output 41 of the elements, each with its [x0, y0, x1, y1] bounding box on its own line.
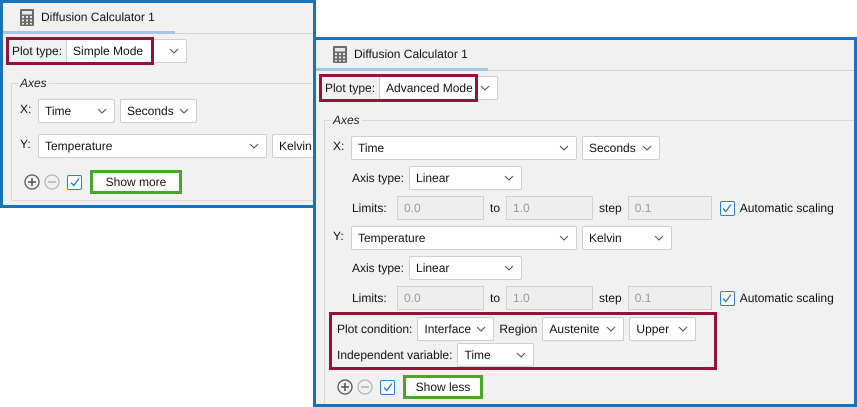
quantity-dropdown[interactable]: Temperature: [351, 226, 577, 250]
quantity-dropdown[interactable]: Temperature: [38, 134, 267, 158]
plot-condition-dropdown[interactable]: Interface: [417, 317, 494, 341]
axes-legend: Axes: [18, 76, 49, 90]
axis-type-label: Axis type:: [352, 261, 404, 275]
plot-type-dropdown[interactable]: Advanced Mode: [379, 76, 498, 100]
independent-variable-label: Independent variable:: [337, 348, 452, 362]
step-label: step: [598, 201, 623, 215]
axis-label: Y:: [333, 229, 345, 243]
toggle-button[interactable]: Show more: [90, 170, 182, 194]
unit-dropdown[interactable]: Seconds: [582, 136, 660, 160]
axis-type-dropdown[interactable]: Linear: [409, 166, 522, 190]
plot-condition-label: Plot condition:: [337, 322, 412, 336]
axes-legend: Axes: [331, 113, 362, 127]
limits-label: Limits:: [352, 291, 388, 305]
independent-variable-dropdown[interactable]: Time: [457, 343, 534, 367]
plot-type-dropdown[interactable]: Simple Mode: [66, 39, 188, 63]
axis-type-dropdown[interactable]: Linear: [409, 256, 522, 280]
unit-dropdown[interactable]: Kelvin: [582, 226, 672, 250]
quantity-dropdown[interactable]: Time: [38, 99, 115, 123]
calculator-tab[interactable]: Diffusion Calculator 1: [3, 3, 175, 34]
to-label: to: [489, 201, 502, 215]
axis-type-label: Axis type:: [352, 171, 404, 185]
calculator-tab[interactable]: Diffusion Calculator 1: [316, 40, 488, 71]
unit-dropdown[interactable]: Seconds: [120, 99, 197, 123]
plot-type-label: Plot type:: [12, 44, 62, 58]
axis-label: X:: [333, 139, 346, 153]
limits-label: Limits:: [352, 201, 388, 215]
side-dropdown[interactable]: Upper: [629, 317, 696, 341]
region-label: Region: [499, 322, 538, 336]
to-label: to: [489, 291, 502, 305]
step-label: step: [598, 291, 623, 305]
automatic-scaling-label: Automatic scaling: [740, 201, 834, 215]
axis-label: Y:: [20, 137, 32, 151]
region-dropdown[interactable]: Austenite: [542, 317, 624, 341]
quantity-dropdown[interactable]: Time: [351, 136, 577, 160]
toggle-button[interactable]: Show less: [403, 375, 483, 399]
unit-dropdown[interactable]: Kelvin: [272, 134, 313, 158]
axis-label: X:: [20, 102, 32, 116]
plot-type-label: Plot type:: [325, 81, 376, 95]
automatic-scaling-label: Automatic scaling: [740, 291, 834, 305]
